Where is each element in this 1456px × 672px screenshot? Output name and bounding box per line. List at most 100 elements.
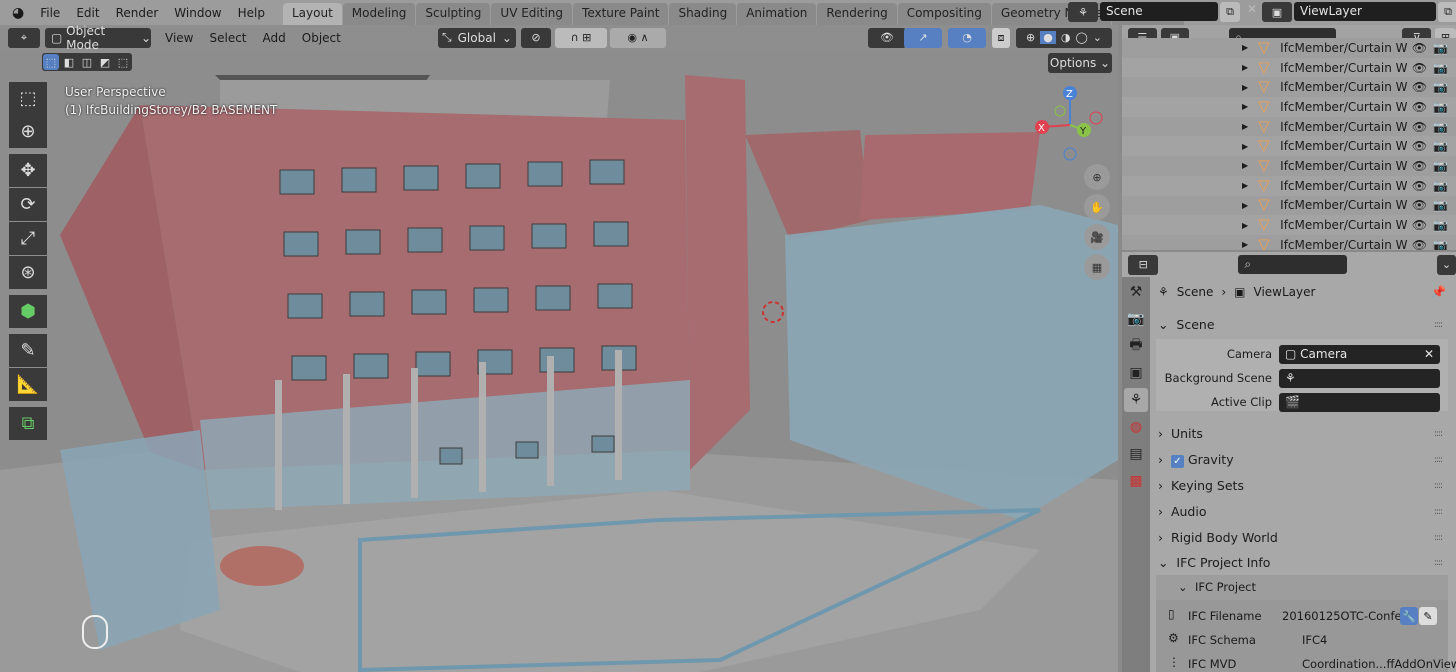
eye-icon[interactable]: 👁 <box>1412 218 1427 232</box>
transform-orientation-dropdown[interactable]: ⤡ Global ⌄ <box>438 27 516 48</box>
collection-tab-icon[interactable]: ▤ <box>1124 442 1148 466</box>
tab-uv-editing[interactable]: UV Editing <box>491 3 573 25</box>
menu-add[interactable]: Add <box>255 31 294 45</box>
camera-render-icon[interactable]: 📷 <box>1433 139 1448 153</box>
panel-keying-sets[interactable]: › Keying Sets <box>1158 478 1244 493</box>
visibility-icon[interactable]: 👁 <box>868 27 906 48</box>
outliner-item[interactable]: ▶ ▽ IfcMember/Curtain W 👁 📷 <box>1122 97 1456 117</box>
tab-sculpting[interactable]: Sculpting <box>416 3 491 25</box>
clear-camera-icon[interactable]: ✕ <box>1424 345 1434 364</box>
scale-tool-icon[interactable]: ⤢ <box>9 222 47 255</box>
rotate-tool-icon[interactable]: ⟳ <box>9 188 47 221</box>
new-view-layer-icon[interactable]: ⧉ <box>1438 2 1456 22</box>
tab-shading[interactable]: Shading <box>669 3 737 25</box>
pin-icon[interactable]: 📌 <box>1431 285 1446 299</box>
pan-hand-icon[interactable]: ✋ <box>1084 194 1110 220</box>
outliner-item[interactable]: ▶ ▽ IfcMember/Curtain W 👁 📷 <box>1122 215 1456 235</box>
editor-type-icon[interactable]: ⌖ <box>8 27 40 48</box>
xray-icon[interactable]: ⧈ <box>992 27 1010 48</box>
tab-layout[interactable]: Layout <box>282 3 342 25</box>
add-cube-tool-icon[interactable]: ⬢ <box>9 295 47 328</box>
navigation-gizmo[interactable]: Z X Y <box>1030 85 1110 165</box>
transform-tool-icon[interactable]: ⊛ <box>9 256 47 289</box>
eye-icon[interactable]: 👁 <box>1412 198 1427 212</box>
eye-icon[interactable]: 👁 <box>1412 159 1427 173</box>
camera-view-icon[interactable]: 🎥 <box>1084 224 1110 250</box>
outliner-item[interactable]: ▶ ▽ IfcMember/Curtain W 👁 📷 <box>1122 116 1456 137</box>
tab-compositing[interactable]: Compositing <box>897 3 991 25</box>
scene-selector-icon[interactable]: ⚘ <box>1068 2 1098 22</box>
select-invert-icon[interactable]: ◩ <box>97 54 113 70</box>
ortho-grid-icon[interactable]: ▦ <box>1084 254 1110 280</box>
view-layer-field[interactable]: ViewLayer <box>1294 2 1436 21</box>
texture-tab-icon[interactable]: ▩ <box>1124 469 1148 493</box>
eye-icon[interactable]: 👁 <box>1412 61 1427 75</box>
expand-arrow-icon[interactable]: ▶ <box>1242 83 1248 92</box>
tab-texture-paint[interactable]: Texture Paint <box>573 3 669 25</box>
options-dropdown[interactable]: Options ⌄ <box>1048 53 1112 73</box>
expand-arrow-icon[interactable]: ▶ <box>1242 201 1248 210</box>
mode-dropdown[interactable]: ▢ Object Mode ⌄ <box>45 24 151 52</box>
proportional-edit-icon[interactable]: ◉ ∧ <box>610 27 666 48</box>
menu-help[interactable]: Help <box>230 6 273 20</box>
select-new-icon[interactable]: ⬚ <box>43 54 59 70</box>
annotate-tool-icon[interactable]: ✎ <box>9 334 47 367</box>
camera-render-icon[interactable]: 📷 <box>1433 198 1448 212</box>
expand-arrow-icon[interactable]: ▶ <box>1242 63 1248 72</box>
panel-scene-header[interactable]: ⌄ Scene <box>1158 317 1215 332</box>
camera-field[interactable]: ▢ Camera ✕ <box>1279 345 1440 364</box>
wireframe-icon[interactable]: ⊕ <box>1026 31 1035 44</box>
tab-rendering[interactable]: Rendering <box>817 3 897 25</box>
expand-arrow-icon[interactable]: ▶ <box>1242 142 1248 151</box>
outliner-item[interactable]: ▶ ▽ IfcMember/Curtain W 👁 📷 <box>1122 176 1456 196</box>
output-tab-icon[interactable]: 🖶 <box>1124 334 1148 358</box>
expand-arrow-icon[interactable]: ▶ <box>1242 122 1248 131</box>
tab-modeling[interactable]: Modeling <box>342 3 416 25</box>
menu-object[interactable]: Object <box>294 31 349 45</box>
camera-render-icon[interactable]: 📷 <box>1433 218 1448 232</box>
world-tab-icon[interactable]: ◍ <box>1124 415 1148 439</box>
panel-ifc-project-info-header[interactable]: ⌄ IFC Project Info <box>1158 555 1270 570</box>
wrench-icon[interactable]: 🔧 <box>1400 607 1418 625</box>
background-scene-field[interactable]: ⚘ <box>1279 369 1440 388</box>
zoom-icon[interactable]: ⊕ <box>1084 164 1110 190</box>
3d-viewport[interactable]: ⬚ ◧ ◫ ◩ ⬚ ⬚ ⊕ ✥ ⟳ ⤢ ⊛ ⬢ ✎ 📐 ⧉ User Persp… <box>0 50 1118 672</box>
snap-icon[interactable]: ∩ ⊞ <box>555 27 607 48</box>
active-clip-field[interactable]: 🎬 <box>1279 393 1440 412</box>
eye-icon[interactable]: 👁 <box>1412 139 1427 153</box>
tool-tab-icon[interactable]: ⚒ <box>1124 280 1148 304</box>
menu-select[interactable]: Select <box>201 31 254 45</box>
eye-icon[interactable]: 👁 <box>1412 41 1427 55</box>
eye-icon[interactable]: 👁 <box>1412 120 1427 134</box>
eye-icon[interactable]: 👁 <box>1412 238 1427 250</box>
select-extend-icon[interactable]: ◧ <box>61 54 77 70</box>
rendered-icon[interactable]: ◯ <box>1075 31 1087 44</box>
expand-arrow-icon[interactable]: ▶ <box>1242 161 1248 170</box>
camera-render-icon[interactable]: 📷 <box>1433 159 1448 173</box>
measure-tool-icon[interactable]: 📐 <box>9 368 47 401</box>
view-layer-icon[interactable]: ▣ <box>1262 2 1292 22</box>
menu-window[interactable]: Window <box>166 6 229 20</box>
select-box-tool-icon[interactable]: ⬚ <box>9 82 47 115</box>
camera-render-icon[interactable]: 📷 <box>1433 80 1448 94</box>
eye-icon[interactable]: 👁 <box>1412 100 1427 114</box>
panel-rigid-body-world[interactable]: › Rigid Body World <box>1158 530 1278 545</box>
select-intersect-icon[interactable]: ⬚ <box>115 54 131 70</box>
tab-animation[interactable]: Animation <box>737 3 817 25</box>
menu-edit[interactable]: Edit <box>68 6 107 20</box>
blender-logo-icon[interactable]: ◕ <box>0 5 32 21</box>
gizmo-icon[interactable]: ↗ <box>904 27 942 48</box>
outliner-item[interactable]: ▶ ▽ IfcMember/Curtain W 👁 📷 <box>1122 136 1456 156</box>
material-icon[interactable]: ◑ <box>1061 31 1071 44</box>
eye-icon[interactable]: 👁 <box>1412 80 1427 94</box>
scene-name-field[interactable]: Scene <box>1100 2 1218 21</box>
move-tool-icon[interactable]: ✥ <box>9 154 47 187</box>
shading-modes[interactable]: ⊕ ● ◑ ◯ ⌄ <box>1016 27 1112 48</box>
menu-render[interactable]: Render <box>108 6 167 20</box>
scene-tab-icon[interactable]: ⚘ <box>1124 388 1148 412</box>
expand-arrow-icon[interactable]: ▶ <box>1242 240 1248 249</box>
properties-search-input[interactable]: ⌕ <box>1238 255 1348 274</box>
view-layer-tab-icon[interactable]: ▣ <box>1124 361 1148 385</box>
expand-arrow-icon[interactable]: ▶ <box>1242 181 1248 190</box>
panel-gravity[interactable]: › ✓ Gravity <box>1158 452 1234 468</box>
